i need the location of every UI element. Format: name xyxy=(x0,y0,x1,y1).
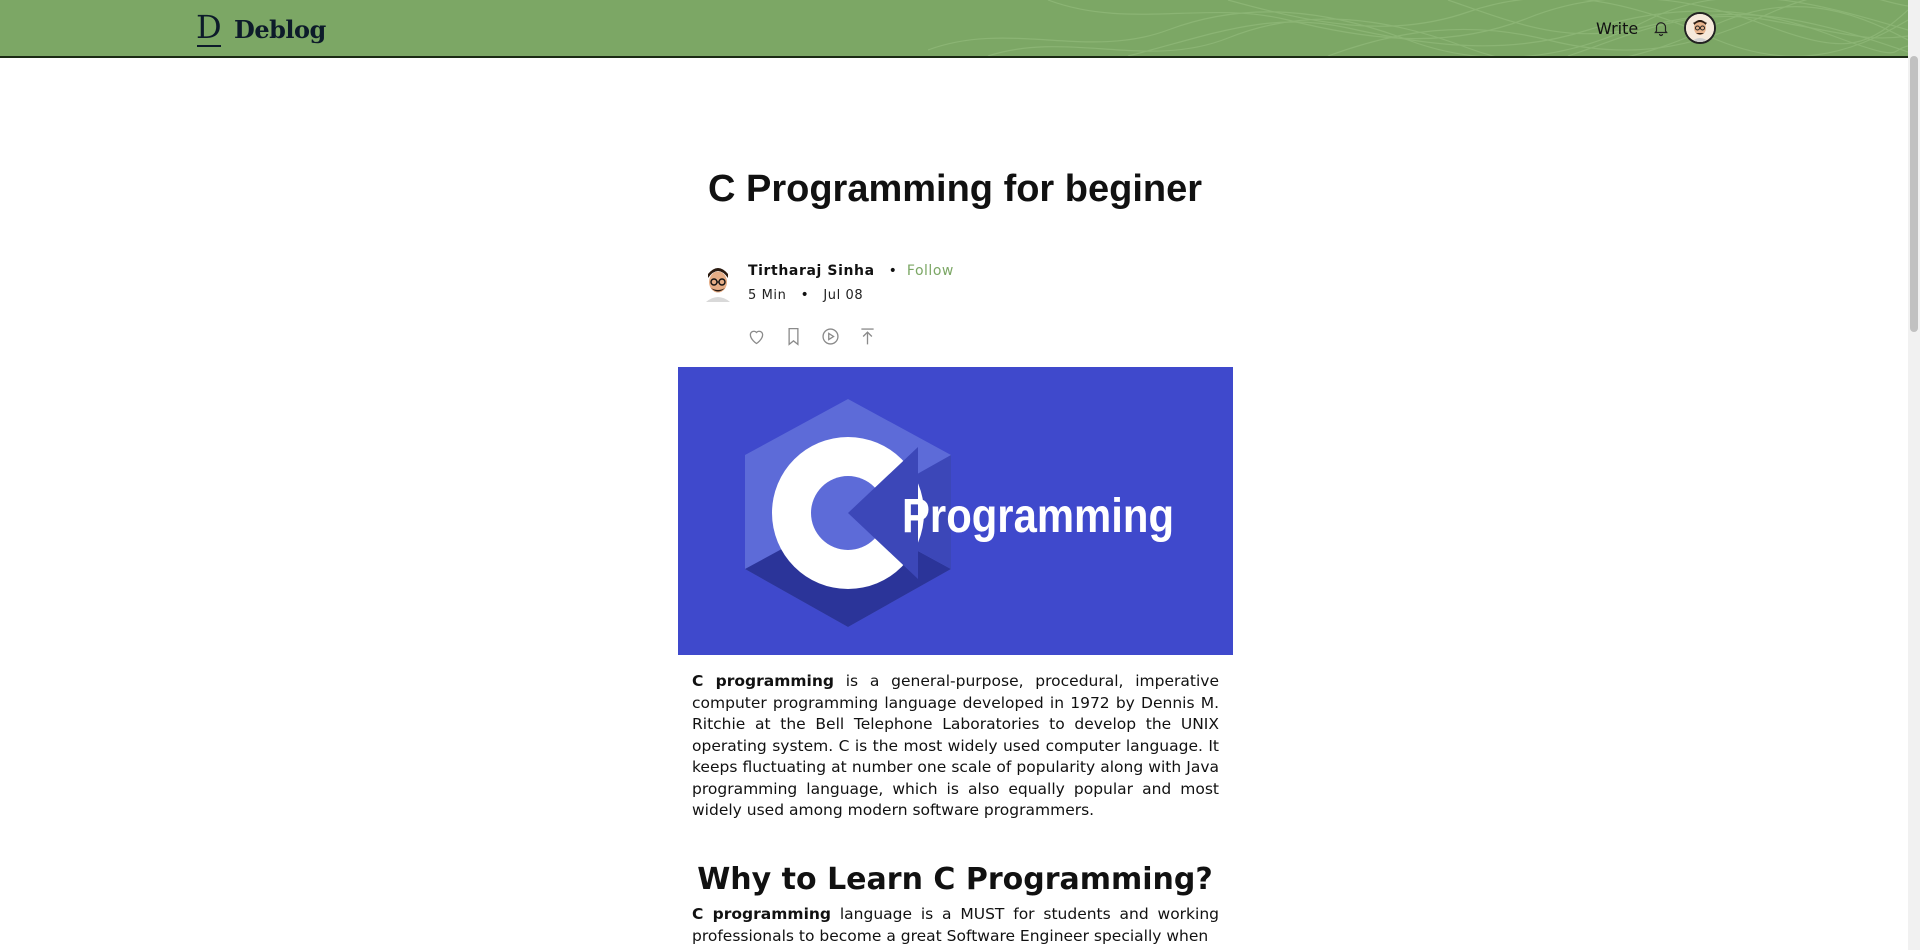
logo-text: Deblog xyxy=(234,14,326,44)
user-avatar-icon[interactable] xyxy=(1684,12,1717,44)
why-bold: C programming xyxy=(692,905,832,923)
why-paragraph: C programming language is a MUST for stu… xyxy=(692,904,1219,947)
author-meta: Tirtharaj Sinha • Follow 5 Min • Jul 08 xyxy=(748,262,954,304)
intro-paragraph: C programming is a general-purpose, proc… xyxy=(692,671,1219,822)
separator-dot: • xyxy=(888,263,897,279)
section-heading: Why to Learn C Programming? xyxy=(697,862,1213,897)
intro-text: is a general-purpose, procedural, impera… xyxy=(692,672,1219,819)
share-icon[interactable] xyxy=(857,326,878,347)
page-scrollbar[interactable] xyxy=(1908,0,1920,950)
read-time: 5 Min xyxy=(748,287,787,303)
author-name[interactable]: Tirtharaj Sinha xyxy=(748,263,875,279)
cover-text: Programming xyxy=(902,490,1174,543)
logo-d-icon: D xyxy=(196,8,222,47)
top-nav-bar: D Deblog Write xyxy=(0,0,1908,58)
bell-icon[interactable] xyxy=(1652,19,1670,37)
heart-icon[interactable] xyxy=(746,326,767,347)
article-title: C Programming for beginer xyxy=(707,168,1203,210)
article-actions xyxy=(746,326,878,347)
header-actions: Write xyxy=(1596,12,1717,44)
play-icon[interactable] xyxy=(820,326,841,347)
separator-dot: • xyxy=(800,287,810,303)
scrollbar-thumb[interactable] xyxy=(1910,56,1918,332)
site-logo[interactable]: D Deblog xyxy=(196,10,326,48)
publish-date: Jul 08 xyxy=(823,287,864,303)
write-link[interactable]: Write xyxy=(1596,19,1638,38)
cover-image: Programming xyxy=(678,367,1233,655)
follow-button[interactable]: Follow xyxy=(907,263,954,279)
intro-bold: C programming xyxy=(692,672,834,690)
header-wave-pattern xyxy=(928,0,1908,56)
bookmark-icon[interactable] xyxy=(783,326,804,347)
author-avatar[interactable] xyxy=(700,262,736,302)
